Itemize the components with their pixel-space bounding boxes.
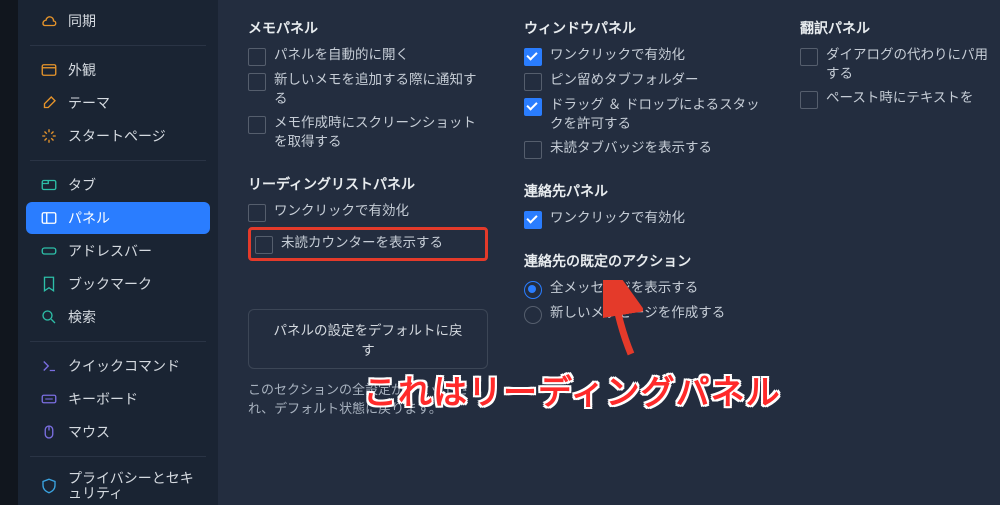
checkbox-icon[interactable] [524, 73, 542, 91]
checkbox-icon[interactable] [524, 141, 542, 159]
setting-window-dragstack[interactable]: ドラッグ ＆ ドロップによるスタックを許可する [524, 96, 764, 134]
sidebar-item-quickcmd[interactable]: クイックコマンド [26, 350, 210, 382]
checkbox-icon[interactable] [800, 91, 818, 109]
shield-icon [40, 477, 58, 495]
window-gutter [0, 0, 18, 505]
radio-selected-icon[interactable] [524, 281, 542, 299]
sidebar-item-label: テーマ [68, 93, 110, 113]
setting-memo-screenshot[interactable]: メモ作成時にスクリーンショットを取得する [248, 114, 488, 152]
sidebar-item-search[interactable]: 検索 [26, 301, 210, 333]
checkbox-icon[interactable] [800, 48, 818, 66]
setting-window-oneclick[interactable]: ワンクリックで有効化 [524, 46, 764, 66]
reset-panel-settings-button[interactable]: パネルの設定をデフォルトに戻す [248, 309, 488, 369]
section-title-window: ウィンドウパネル [524, 18, 764, 38]
panel-icon [40, 209, 58, 227]
sidebar-item-appearance[interactable]: 外観 [26, 54, 210, 86]
setting-contacts-compose[interactable]: 新しいメッセージを作成する [524, 304, 764, 324]
section-title-translate: 翻訳パネル [800, 18, 1000, 38]
setting-contacts-showall[interactable]: 全メッセージを表示する [524, 279, 764, 299]
setting-contacts-oneclick[interactable]: ワンクリックで有効化 [524, 209, 764, 229]
sidebar-item-theme[interactable]: テーマ [26, 87, 210, 119]
sidebar-item-mouse[interactable]: マウス [26, 416, 210, 448]
sidebar-item-privacy[interactable]: プライバシーとセキュリティ [26, 465, 210, 505]
sidebar-divider [30, 160, 206, 161]
sidebar-item-startpage[interactable]: スタートページ [26, 120, 210, 152]
section-title-memo: メモパネル [248, 18, 488, 38]
tab-icon [40, 176, 58, 194]
sidebar-item-sync[interactable]: 同期 [26, 5, 210, 37]
mouse-icon [40, 423, 58, 441]
sidebar-item-panels[interactable]: パネル [26, 202, 210, 234]
annotation-highlight-box: 未読カウンターを表示する [248, 227, 488, 261]
sparkle-icon [40, 127, 58, 145]
sidebar-item-label: 外観 [68, 60, 96, 80]
setting-reading-unread[interactable]: 未読カウンターを表示する [255, 234, 479, 254]
window-icon [40, 61, 58, 79]
sidebar-item-label: 検索 [68, 307, 96, 327]
sidebar-divider [30, 341, 206, 342]
sidebar-divider [30, 456, 206, 457]
sidebar-item-tabs[interactable]: タブ [26, 169, 210, 201]
sidebar-item-label: ブックマーク [68, 274, 152, 294]
keyboard-icon [40, 390, 58, 408]
checkbox-icon[interactable] [248, 48, 266, 66]
sidebar-item-label: マウス [68, 422, 110, 442]
checkbox-checked-icon[interactable] [524, 98, 542, 116]
settings-content: メモパネル パネルを自動的に開く 新しいメモを追加する際に通知する メモ作成時に… [218, 0, 1000, 505]
sidebar-item-keyboard[interactable]: キーボード [26, 383, 210, 415]
checkbox-checked-icon[interactable] [524, 211, 542, 229]
section-title-contacts: 連絡先パネル [524, 181, 764, 201]
setting-memo-notify[interactable]: 新しいメモを追加する際に通知する [248, 71, 488, 109]
sidebar-item-label: アドレスバー [68, 241, 152, 261]
bookmark-icon [40, 275, 58, 293]
setting-memo-open-auto[interactable]: パネルを自動的に開く [248, 46, 488, 66]
sidebar-item-bookmarks[interactable]: ブックマーク [26, 268, 210, 300]
sidebar-item-label: キーボード [68, 389, 138, 409]
sidebar-divider [30, 45, 206, 46]
address-icon [40, 242, 58, 260]
terminal-icon [40, 357, 58, 375]
setting-window-unreadbadge[interactable]: 未読タブバッジを表示する [524, 139, 764, 159]
setting-reading-oneclick[interactable]: ワンクリックで有効化 [248, 202, 488, 222]
sidebar-item-label: スタートページ [68, 126, 166, 146]
setting-translate-dialog[interactable]: ダイアログの代わりにパ用する [800, 46, 1000, 84]
checkbox-icon[interactable] [248, 204, 266, 222]
sidebar-item-label: クイックコマンド [68, 356, 180, 376]
checkbox-checked-icon[interactable] [524, 48, 542, 66]
setting-translate-paste[interactable]: ペースト時にテキストを [800, 89, 1000, 109]
radio-icon[interactable] [524, 306, 542, 324]
checkbox-icon[interactable] [255, 236, 273, 254]
settings-sidebar: 同期 外観 テーマ スタートページ タブ パネル アドレスバー [18, 0, 218, 505]
section-title-contacts-action: 連絡先の既定のアクション [524, 251, 764, 271]
cloud-icon [40, 12, 58, 30]
section-title-reading: リーディングリストパネル [248, 174, 488, 194]
checkbox-icon[interactable] [248, 116, 266, 134]
sidebar-item-label: パネル [68, 208, 110, 228]
sidebar-item-label: タブ [68, 175, 96, 195]
search-icon [40, 308, 58, 326]
setting-window-pinned[interactable]: ピン留めタブフォルダー [524, 71, 764, 91]
reset-note: このセクションの全設定がリセットされ、デフォルト状態に戻ります。 [248, 379, 488, 417]
sidebar-item-label: 同期 [68, 11, 96, 31]
sidebar-item-addressbar[interactable]: アドレスバー [26, 235, 210, 267]
checkbox-icon[interactable] [248, 73, 266, 91]
brush-icon [40, 94, 58, 112]
sidebar-item-label: プライバシーとセキュリティ [68, 471, 196, 502]
